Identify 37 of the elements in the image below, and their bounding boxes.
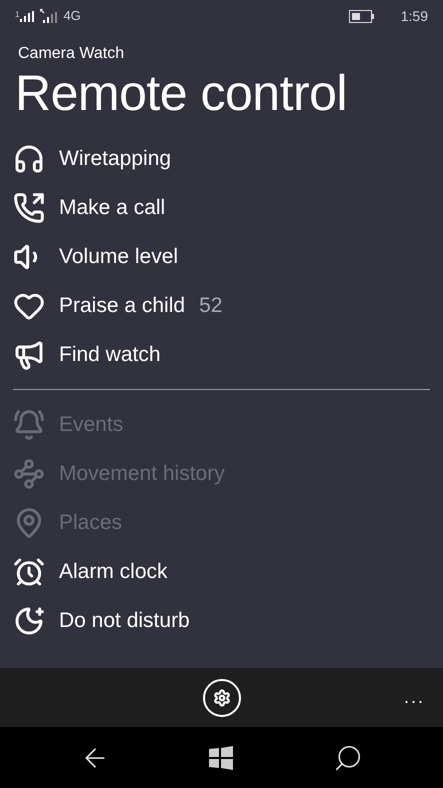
item-label: Movement history [59,460,225,487]
menu-item[interactable]: Praise a child 52 [13,281,430,330]
menu-item[interactable]: Find watch [13,330,430,379]
windows-icon[interactable] [209,746,234,770]
sim-label: 1 [15,10,20,18]
item-label: Find watch [59,342,161,368]
signal-icon [20,10,34,22]
signal-icon [40,9,58,23]
item-label: Do not disturb [59,608,190,634]
network-label: 4G [63,7,81,26]
menu-item[interactable]: Volume level [13,232,430,281]
count-label: 52 [199,292,222,319]
menu-item[interactable]: Alarm clock [13,547,430,596]
phone-outgoing-icon [13,192,45,224]
battery-icon [348,10,375,22]
menu-item[interactable]: Do not disturb [13,596,430,645]
moon-icon [13,604,45,636]
item-label: Praise a child [59,292,186,319]
clock-time: 1:59 [400,6,428,26]
settings-button[interactable] [202,678,240,716]
item-label: Alarm clock [59,558,168,585]
menu-item[interactable]: Wiretapping [13,134,430,183]
headphones-icon [13,142,45,174]
item-label: Volume level [59,244,178,270]
route-icon [13,458,45,490]
item-label: Places [59,510,122,536]
more-button[interactable]: ... [404,684,425,711]
settings-icon [212,688,230,706]
app-name: Camera Watch [18,44,126,64]
item-label: Events [59,412,124,438]
alarm-clock-icon [13,556,45,588]
item-label: Make a call [59,194,166,221]
menu-item[interactable]: Make a call [13,183,430,232]
megaphone-icon [13,338,45,370]
page-title: Remote control [15,64,348,122]
bell-icon [13,408,45,440]
item-label: Wiretapping [59,146,172,172]
